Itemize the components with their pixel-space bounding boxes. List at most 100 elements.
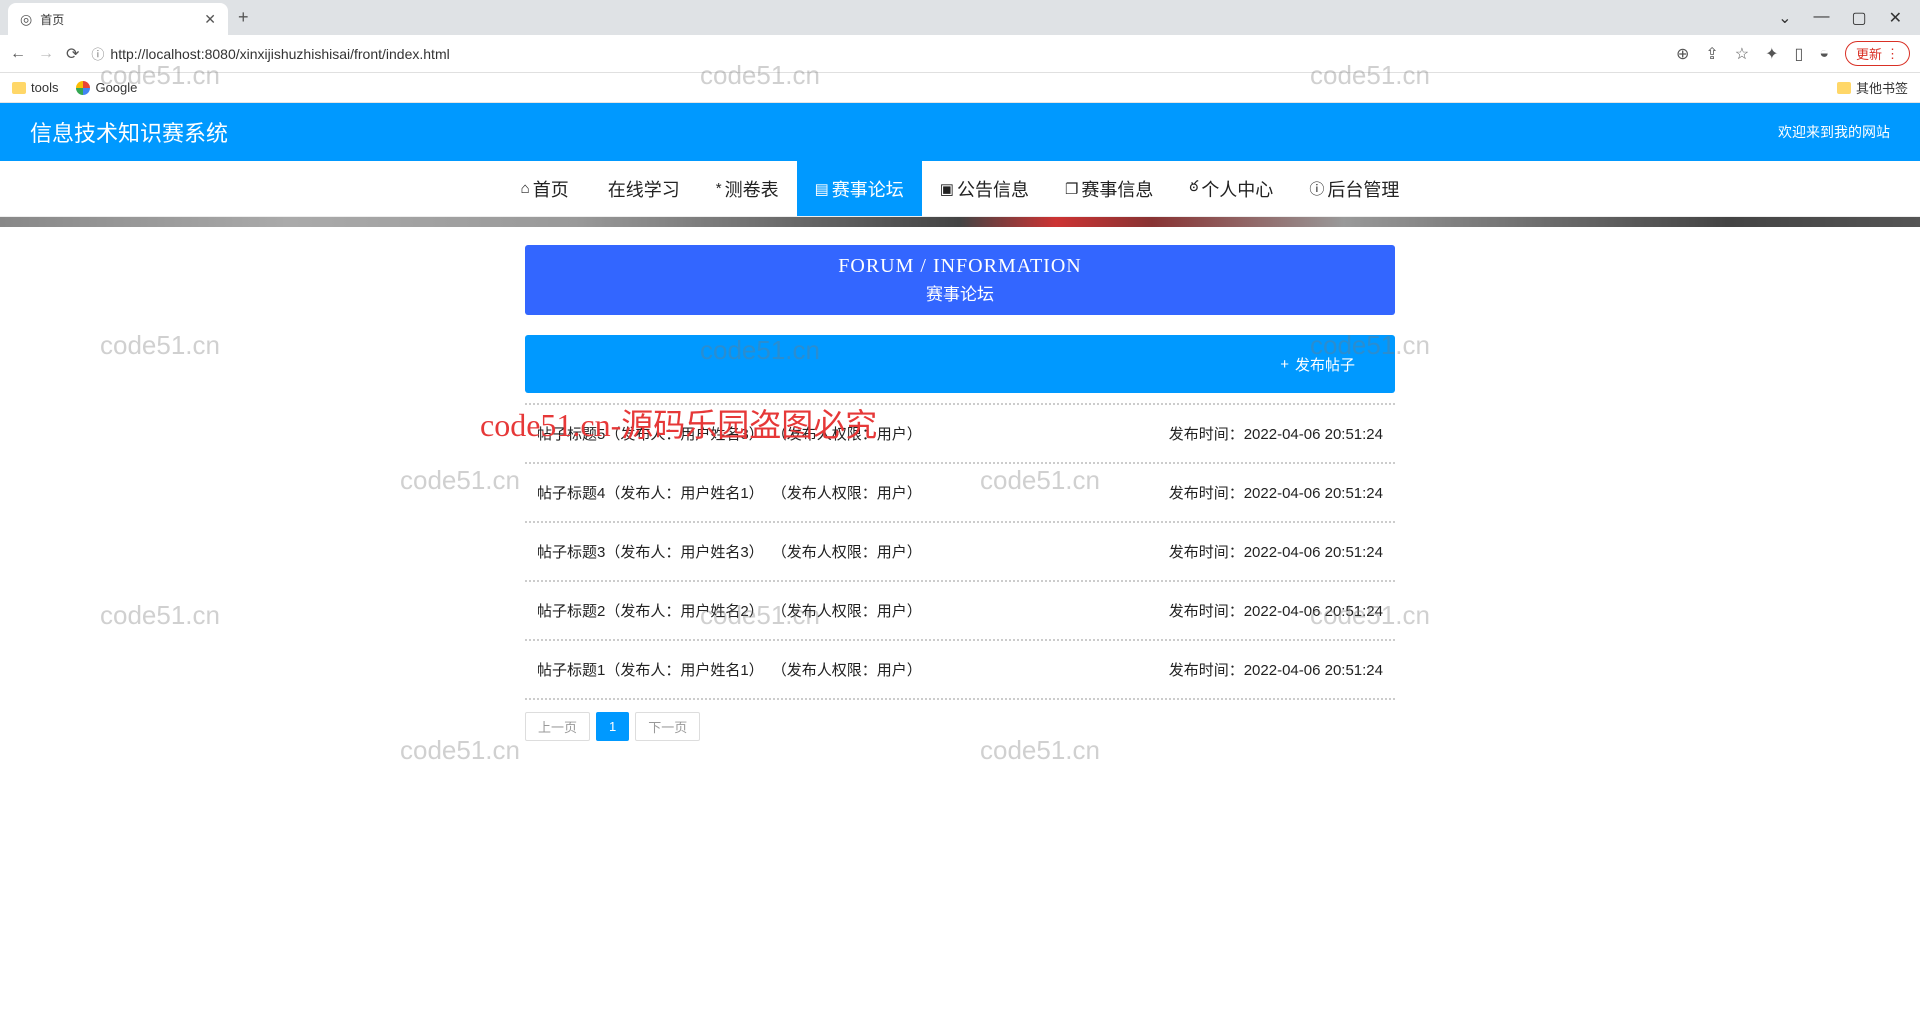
post-row[interactable]: 帖子标题2（发布人：用户姓名2） （发布人权限：用户） 发布时间：2022-04-0…: [525, 580, 1395, 639]
post-time: 发布时间：2022-04-06 20:51:24: [1169, 600, 1383, 621]
info-icon: ⓘ: [91, 44, 104, 63]
nav-icon: ▤: [815, 180, 829, 198]
main-nav: ⌂首页在线学习*测卷表▤赛事论坛▣公告信息❐赛事信息ఠ个人中心ⓘ后台管理: [0, 161, 1920, 217]
nav-label: 首页: [533, 176, 569, 202]
post-left: 帖子标题1（发布人：用户姓名1） （发布人权限：用户）: [537, 659, 922, 680]
post-permission: （发布人权限：用户）: [772, 482, 922, 503]
nav-icon: *: [716, 180, 722, 197]
post-permission: （发布人权限：用户）: [772, 600, 922, 621]
next-page-button[interactable]: 下一页: [635, 712, 700, 741]
share-icon[interactable]: ⇪: [1705, 44, 1718, 64]
folder-icon: [12, 82, 26, 94]
back-button[interactable]: ←: [10, 45, 26, 63]
bookmark-google[interactable]: Google: [76, 80, 137, 95]
nav-item-3[interactable]: ▤赛事论坛: [797, 161, 922, 216]
profile-icon[interactable]: ◒: [1819, 45, 1829, 63]
nav-item-6[interactable]: ఠ个人中心: [1171, 161, 1291, 216]
post-permission: （发布人权限：用户）: [772, 659, 922, 680]
nav-label: 赛事论坛: [832, 176, 904, 202]
site-header: 信息技术知识赛系统 欢迎来到我的网站: [0, 103, 1920, 161]
window-controls: ⌄ — ▢ ✕: [1778, 8, 1920, 28]
zoom-icon[interactable]: ⊕: [1676, 44, 1689, 64]
post-left: 帖子标题2（发布人：用户姓名2） （发布人权限：用户）: [537, 600, 922, 621]
folder-icon: [1837, 82, 1851, 94]
post-permission: （发布人权限：用户）: [772, 423, 922, 444]
main-content: FORUM / INFORMATION 赛事论坛 + 发布帖子 帖子标题5（发布…: [525, 245, 1395, 741]
nav-item-1[interactable]: 在线学习: [587, 161, 698, 216]
nav-icon: ▣: [940, 180, 954, 198]
nav-item-4[interactable]: ▣公告信息: [922, 161, 1047, 216]
forward-button[interactable]: →: [38, 45, 54, 63]
nav-label: 测卷表: [725, 176, 779, 202]
nav-item-0[interactable]: ⌂首页: [503, 161, 587, 216]
url-text: http://localhost:8080/xinxijishuzhishisa…: [110, 46, 449, 62]
star-icon[interactable]: ☆: [1735, 44, 1749, 64]
nav-label: 个人中心: [1201, 176, 1273, 202]
page-1-button[interactable]: 1: [596, 712, 629, 741]
post-permission: （发布人权限：用户）: [772, 541, 922, 562]
bookmark-other[interactable]: 其他书签: [1837, 78, 1908, 97]
post-time: 发布时间：2022-04-06 20:51:24: [1169, 541, 1383, 562]
nav-label: 赛事信息: [1081, 176, 1153, 202]
bookmarks-bar: tools Google 其他书签: [0, 73, 1920, 103]
minimize-icon[interactable]: —: [1813, 8, 1829, 28]
close-icon[interactable]: ✕: [204, 11, 216, 28]
post-title: 帖子标题5（发布人：用户姓名3）: [537, 423, 764, 444]
sidepanel-icon[interactable]: ▯: [1795, 44, 1804, 64]
new-tab-button[interactable]: +: [238, 7, 249, 28]
nav-icon: ⓘ: [1309, 178, 1324, 199]
update-button[interactable]: 更新⋮: [1845, 41, 1910, 66]
globe-icon: ◎: [20, 11, 32, 28]
post-time: 发布时间：2022-04-06 20:51:24: [1169, 423, 1383, 444]
address-bar: ← → ⟳ ⓘ http://localhost:8080/xinxijishu…: [0, 35, 1920, 73]
toolbar-right: ⊕ ⇪ ☆ ✦ ▯ ◒ 更新⋮: [1676, 41, 1910, 66]
prev-page-button[interactable]: 上一页: [525, 712, 590, 741]
watermark: code51.cn: [400, 465, 520, 496]
post-title: 帖子标题1（发布人：用户姓名1）: [537, 659, 764, 680]
post-left: 帖子标题3（发布人：用户姓名3） （发布人权限：用户）: [537, 541, 922, 562]
google-icon: [76, 81, 90, 95]
post-time: 发布时间：2022-04-06 20:51:24: [1169, 482, 1383, 503]
post-row[interactable]: 帖子标题5（发布人：用户姓名3） （发布人权限：用户） 发布时间：2022-04-0…: [525, 403, 1395, 462]
site-title: 信息技术知识赛系统: [30, 116, 228, 148]
reload-button[interactable]: ⟳: [66, 44, 79, 64]
post-title: 帖子标题4（发布人：用户姓名1）: [537, 482, 764, 503]
extensions-icon[interactable]: ✦: [1765, 44, 1778, 64]
plus-icon: +: [1280, 356, 1289, 373]
post-left: 帖子标题4（发布人：用户姓名1） （发布人权限：用户）: [537, 482, 922, 503]
nav-icon: ⌂: [521, 180, 530, 197]
browser-tab[interactable]: ◎ 首页 ✕: [8, 3, 228, 35]
close-window-icon[interactable]: ✕: [1889, 8, 1902, 28]
url-input[interactable]: ⓘ http://localhost:8080/xinxijishuzhishi…: [91, 44, 1664, 63]
post-row[interactable]: 帖子标题3（发布人：用户姓名3） （发布人权限：用户） 发布时间：2022-04-0…: [525, 521, 1395, 580]
publish-bar: + 发布帖子: [525, 335, 1395, 393]
nav-icon: ఠ: [1189, 178, 1198, 199]
post-title: 帖子标题3（发布人：用户姓名3）: [537, 541, 764, 562]
pagination: 上一页 1 下一页: [525, 712, 1395, 741]
nav-label: 后台管理: [1327, 176, 1399, 202]
dropdown-icon[interactable]: ⌄: [1778, 8, 1791, 28]
nav-item-7[interactable]: ⓘ后台管理: [1291, 161, 1417, 216]
section-title-en: FORUM / INFORMATION: [525, 255, 1395, 278]
post-title: 帖子标题2（发布人：用户姓名2）: [537, 600, 764, 621]
publish-post-button[interactable]: + 发布帖子: [1280, 354, 1355, 375]
nav-item-5[interactable]: ❐赛事信息: [1047, 161, 1171, 216]
nav-item-2[interactable]: *测卷表: [698, 161, 797, 216]
post-row[interactable]: 帖子标题1（发布人：用户姓名1） （发布人权限：用户） 发布时间：2022-04-0…: [525, 639, 1395, 700]
watermark: code51.cn: [400, 735, 520, 766]
post-left: 帖子标题5（发布人：用户姓名3） （发布人权限：用户）: [537, 423, 922, 444]
section-header: FORUM / INFORMATION 赛事论坛: [525, 245, 1395, 315]
section-title-cn: 赛事论坛: [525, 280, 1395, 305]
post-time: 发布时间：2022-04-06 20:51:24: [1169, 659, 1383, 680]
welcome-text: 欢迎来到我的网站: [1778, 122, 1890, 142]
post-list: 帖子标题5（发布人：用户姓名3） （发布人权限：用户） 发布时间：2022-04-0…: [525, 403, 1395, 700]
watermark: code51.cn: [100, 330, 220, 361]
bookmark-tools[interactable]: tools: [12, 80, 58, 95]
post-row[interactable]: 帖子标题4（发布人：用户姓名1） （发布人权限：用户） 发布时间：2022-04-0…: [525, 462, 1395, 521]
maximize-icon[interactable]: ▢: [1851, 8, 1866, 28]
watermark: code51.cn: [100, 600, 220, 631]
nav-icon: ❐: [1065, 180, 1078, 198]
browser-tab-strip: ◎ 首页 ✕ + ⌄ — ▢ ✕: [0, 0, 1920, 35]
nav-label: 公告信息: [957, 176, 1029, 202]
tab-title: 首页: [40, 11, 196, 28]
